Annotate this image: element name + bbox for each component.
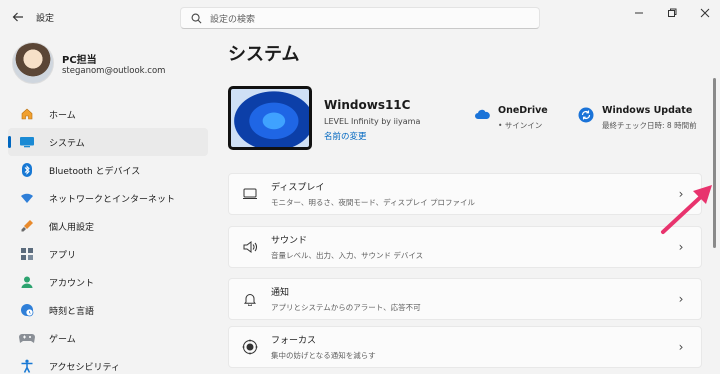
sidebar-item-apps[interactable]: アプリ [8,240,208,268]
gamepad-icon [19,330,35,346]
avatar[interactable] [12,42,54,84]
card-subtitle: 集中の妨げとなる通知を減らす [271,351,376,360]
onedrive-title: OneDrive [498,105,548,116]
sidebar-item-gaming[interactable]: ゲーム [8,324,208,352]
windows-update-status-text: 最終チェック日時: 8 時間前 [602,121,697,130]
title-bar: 設定 設定の検索 [0,0,720,36]
card-notifications[interactable]: 通知 アプリとシステムからのアラート、応答不可 › [228,278,702,320]
profile-email: steganom@outlook.com [62,66,166,76]
card-title: フォーカス [271,336,317,346]
card-subtitle: モニター、明るさ、夜間モード、ディスプレイ プロファイル [271,198,475,207]
system-icon [19,134,35,150]
sidebar-item-system[interactable]: システム [8,128,208,156]
card-sound[interactable]: サウンド 音量レベル、出力、入力、サウンド デバイス › [228,226,702,268]
page-title: システム [228,44,300,65]
speaker-icon [241,238,259,256]
card-subtitle: 音量レベル、出力、入力、サウンド デバイス [271,251,424,260]
onedrive-status-text: • サインイン [498,121,543,130]
card-title: ディスプレイ [271,183,325,193]
onedrive-status[interactable]: OneDrive • サインイン [474,105,548,131]
bell-icon [241,290,259,308]
minimize-icon[interactable] [628,6,650,20]
search-icon [191,13,202,23]
device-thumbnail [228,86,312,150]
sidebar-item-network[interactable]: ネットワークとインターネット [8,184,208,212]
bluetooth-icon [19,162,35,178]
chevron-right-icon: › [678,340,684,354]
windows-update-icon [578,107,594,123]
sidebar: ホーム システム Bluetooth とデバイス ネットワークとインターネット … [8,100,208,374]
focus-icon [241,338,259,356]
card-title: 通知 [271,288,290,298]
home-icon [19,106,35,122]
onedrive-cloud-icon [475,109,490,119]
windows-update-title: Windows Update [602,105,693,116]
annotation-arrow-icon [661,185,712,234]
globe-clock-icon [19,302,35,318]
card-display[interactable]: ディスプレイ モニター、明るさ、夜間モード、ディスプレイ プロファイル › [228,173,702,215]
accessibility-icon [19,358,35,374]
apps-icon [19,246,35,262]
device-model: LEVEL Infinity by iiyama [324,117,421,126]
close-icon[interactable] [694,6,716,20]
card-title: サウンド [271,236,308,246]
rename-link[interactable]: 名前の変更 [324,130,367,142]
chevron-right-icon: › [678,240,684,254]
sidebar-item-personalization[interactable]: 個人用設定 [8,212,208,240]
sidebar-item-bluetooth[interactable]: Bluetooth とデバイス [8,156,208,184]
profile-name: PC担当 [62,55,97,66]
app-title: 設定 [36,14,55,24]
account-icon [19,274,35,290]
card-focus[interactable]: フォーカス 集中の妨げとなる通知を減らす › [228,326,702,368]
sidebar-item-accessibility[interactable]: アクセシビリティ [8,352,208,374]
wifi-icon [19,190,35,206]
brush-icon [19,218,35,234]
wallpaper-preview [231,89,309,147]
card-subtitle: アプリとシステムからのアラート、応答不可 [271,303,421,312]
back-arrow-icon[interactable] [9,8,27,26]
restore-icon[interactable] [661,6,683,20]
chevron-right-icon: › [678,292,684,306]
display-icon [241,185,259,203]
sidebar-item-home[interactable]: ホーム [8,100,208,128]
sidebar-item-time-language[interactable]: 時刻と言語 [8,296,208,324]
device-name: Windows11C [324,98,411,112]
search-placeholder: 設定の検索 [210,14,256,25]
windows-update-status[interactable]: Windows Update 最終チェック日時: 8 時間前 [578,105,697,131]
sidebar-item-accounts[interactable]: アカウント [8,268,208,296]
search-input[interactable]: 設定の検索 [180,7,540,29]
